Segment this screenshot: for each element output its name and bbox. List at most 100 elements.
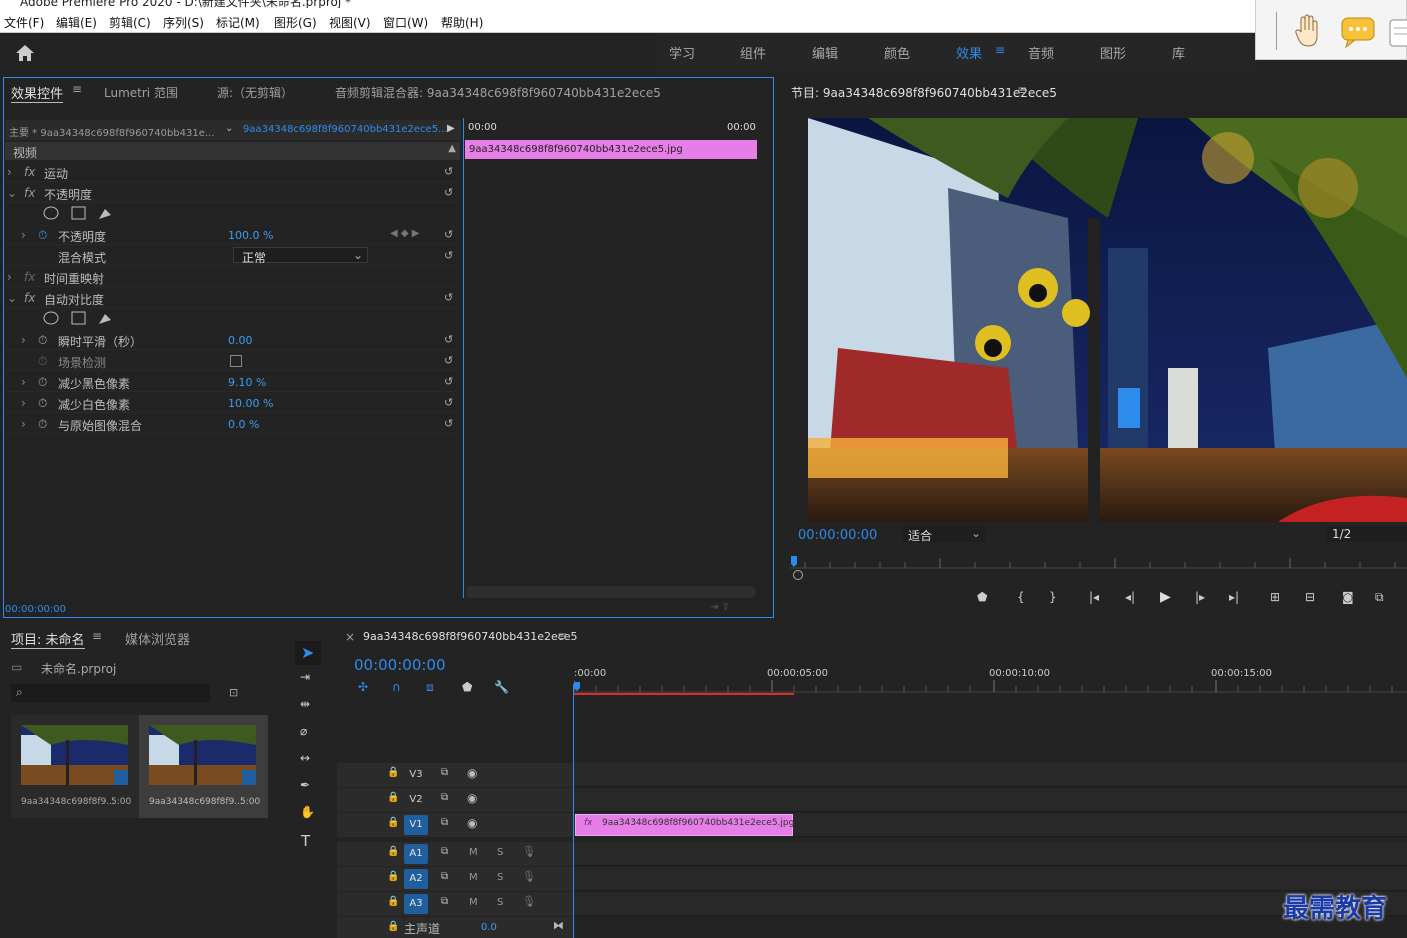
workspace-menu-icon[interactable]: ≡ [995,43,1005,57]
lock-icon[interactable]: 🔒 [387,767,399,778]
track-v3[interactable] [574,763,1407,787]
clip-selector[interactable]: 9aa34348c698f8f960740bb431e2ece5... [243,124,448,135]
workspace-learn[interactable]: 学习 [669,43,695,62]
opacity-property[interactable]: › ⏱ 不透明度 100.0 % ◀ ◆ ▶ ↺ [5,225,460,245]
lock-icon[interactable]: 🔒 [387,921,399,932]
menu-view[interactable]: 视图(V) [329,14,371,31]
type-tool-icon[interactable]: T [301,832,310,850]
reset-icon[interactable]: ↺ [444,186,456,199]
reset-icon[interactable]: ↺ [444,333,456,346]
microphone-icon[interactable]: 🎙 [522,845,536,858]
ec-timecode[interactable]: 00:00:00:00 [5,604,66,615]
lock-icon[interactable]: 🔒 [387,817,399,828]
tab-media-browser[interactable]: 媒体浏览器 [125,629,190,648]
scene-detect-checkbox[interactable] [230,355,242,367]
notes-icon[interactable] [1388,18,1407,48]
sync-lock-icon[interactable]: ⧉ [441,817,448,828]
mute-button[interactable]: M [469,872,478,883]
sync-lock-icon[interactable]: ⧉ [441,792,448,803]
opacity-value[interactable]: 100.0 % [228,229,273,242]
effect-auto-contrast[interactable]: ⌄ fx 自动对比度 ↺ [5,288,460,308]
effect-opacity[interactable]: ⌄ fx 不透明度 ↺ [5,183,460,203]
collapse-icon[interactable]: ▲ [448,143,456,154]
snap-icon[interactable]: ∩ [392,680,401,694]
reset-icon[interactable]: ↺ [444,396,456,409]
tab-audio-clip-mixer[interactable]: 音频剪辑混合器: 9aa34348c698f8f960740bb431e2ece… [335,84,661,101]
lock-icon[interactable]: 🔒 [387,846,399,857]
tab-menu-icon[interactable]: ≡ [72,82,82,96]
fit-select[interactable]: 适合 ⌄ [903,526,985,543]
temporal-smoothing-property[interactable]: › ⏱ 瞬时平滑（秒） 0.00 ↺ [5,330,460,350]
timeline-timecode[interactable]: 00:00:00:00 [354,656,446,674]
compare-view-icon[interactable]: ⧉ [1375,590,1384,605]
reset-icon[interactable]: ↺ [444,417,456,430]
lock-icon[interactable]: 🔒 [387,792,399,803]
tab-source[interactable]: 源:（无剪辑） [217,84,293,101]
play-icon[interactable]: ▶ [1160,589,1171,605]
play-clip-icon[interactable]: ▶ [447,123,455,134]
eye-icon[interactable]: ◉ [467,791,477,805]
menu-graphics[interactable]: 图形(G) [274,14,317,31]
add-marker-icon[interactable]: ⬟ [462,680,472,694]
ec-clip-bar[interactable]: 9aa34348c698f8f960740bb431e2ece5.jpg [465,140,757,159]
mark-in-icon[interactable]: { [1017,590,1025,604]
pen-tool-icon[interactable]: ✒ [300,778,310,792]
solo-button[interactable]: S [497,897,503,908]
add-marker-icon[interactable]: ⬟ [977,590,987,604]
lock-icon[interactable]: 🔒 [387,896,399,907]
timeline-menu-icon[interactable]: ≡ [557,629,567,643]
mute-button[interactable]: M [469,897,478,908]
project-thumbnail-2[interactable] [149,725,256,785]
microphone-icon[interactable]: 🎙 [522,895,536,908]
chat-icon[interactable] [1340,16,1376,48]
effect-motion[interactable]: › fx 运动 ↺ [5,162,460,182]
menu-window[interactable]: 窗口(W) [383,14,428,31]
program-timecode[interactable]: 00:00:00:00 [798,528,877,543]
workspace-effects[interactable]: 效果 [956,43,982,62]
lock-icon[interactable]: 🔒 [387,871,399,882]
linked-selection-icon[interactable]: ⧈ [426,680,434,695]
hand-tool-icon[interactable]: ✋ [300,805,315,819]
workspace-color[interactable]: 颜色 [884,43,910,62]
reset-icon[interactable]: ↺ [444,165,456,178]
timeline-clip[interactable]: fx 9aa34348c698f8f960740bb431e2ece5.jpg [575,814,794,836]
timeline-sequence-tab[interactable]: 9aa34348c698f8f960740bb431e2ece5 [363,630,578,643]
wrench-icon[interactable]: 🔧 [494,680,509,694]
eye-icon[interactable]: ◉ [467,766,477,780]
project-thumbnail-1[interactable] [21,725,128,785]
workspace-libraries[interactable]: 库 [1172,43,1185,62]
program-zoom-handle[interactable] [793,570,803,580]
project-menu-icon[interactable]: ≡ [92,629,102,643]
lift-icon[interactable]: ⊞ [1270,590,1280,604]
program-menu-icon[interactable]: ≡ [1017,83,1027,97]
solo-button[interactable]: S [497,847,503,858]
white-clip-property[interactable]: › ⏱ 减少白色像素 10.00 % ↺ [5,393,460,413]
master-volume-value[interactable]: 0.0 [481,922,497,933]
selection-tool-icon[interactable]: ➤ [301,643,314,662]
program-video-frame[interactable] [808,118,1407,522]
sync-lock-icon[interactable]: ⧉ [441,767,448,778]
step-back-icon[interactable]: ◂| [1125,590,1135,604]
menu-clip[interactable]: 剪辑(C) [109,14,151,31]
go-to-out-icon[interactable]: ▸| [1229,590,1239,604]
reset-icon[interactable]: ↺ [444,354,456,367]
tab-lumetri-scopes[interactable]: Lumetri 范围 [104,84,178,101]
go-to-in-icon[interactable]: |◂ [1089,590,1099,604]
menu-sequence[interactable]: 序列(S) [163,14,204,31]
reset-icon[interactable]: ↺ [444,375,456,388]
menu-edit[interactable]: 编辑(E) [56,14,97,31]
master-clip-label[interactable]: 主要 * 9aa34348c698f8f960740bb431e... [9,124,214,139]
mark-out-icon[interactable]: } [1049,590,1057,604]
track-select-tool-icon[interactable]: ⇥ [300,670,310,684]
sync-lock-icon[interactable]: ⧉ [441,871,448,882]
menu-file[interactable]: 文件(F) [4,14,44,31]
black-clip-property[interactable]: › ⏱ 减少黑色像素 9.10 % ↺ [5,372,460,392]
nest-icon[interactable]: ✣ [358,680,368,694]
sync-lock-icon[interactable]: ⧉ [441,846,448,857]
extract-icon[interactable]: ⊟ [1305,590,1315,604]
sync-lock-icon[interactable]: ⧉ [441,896,448,907]
workspace-assembly[interactable]: 组件 [740,43,766,62]
track-v2[interactable] [574,788,1407,812]
go-to-end-icon[interactable]: ⧓ [553,919,564,932]
menu-help[interactable]: 帮助(H) [441,14,483,31]
